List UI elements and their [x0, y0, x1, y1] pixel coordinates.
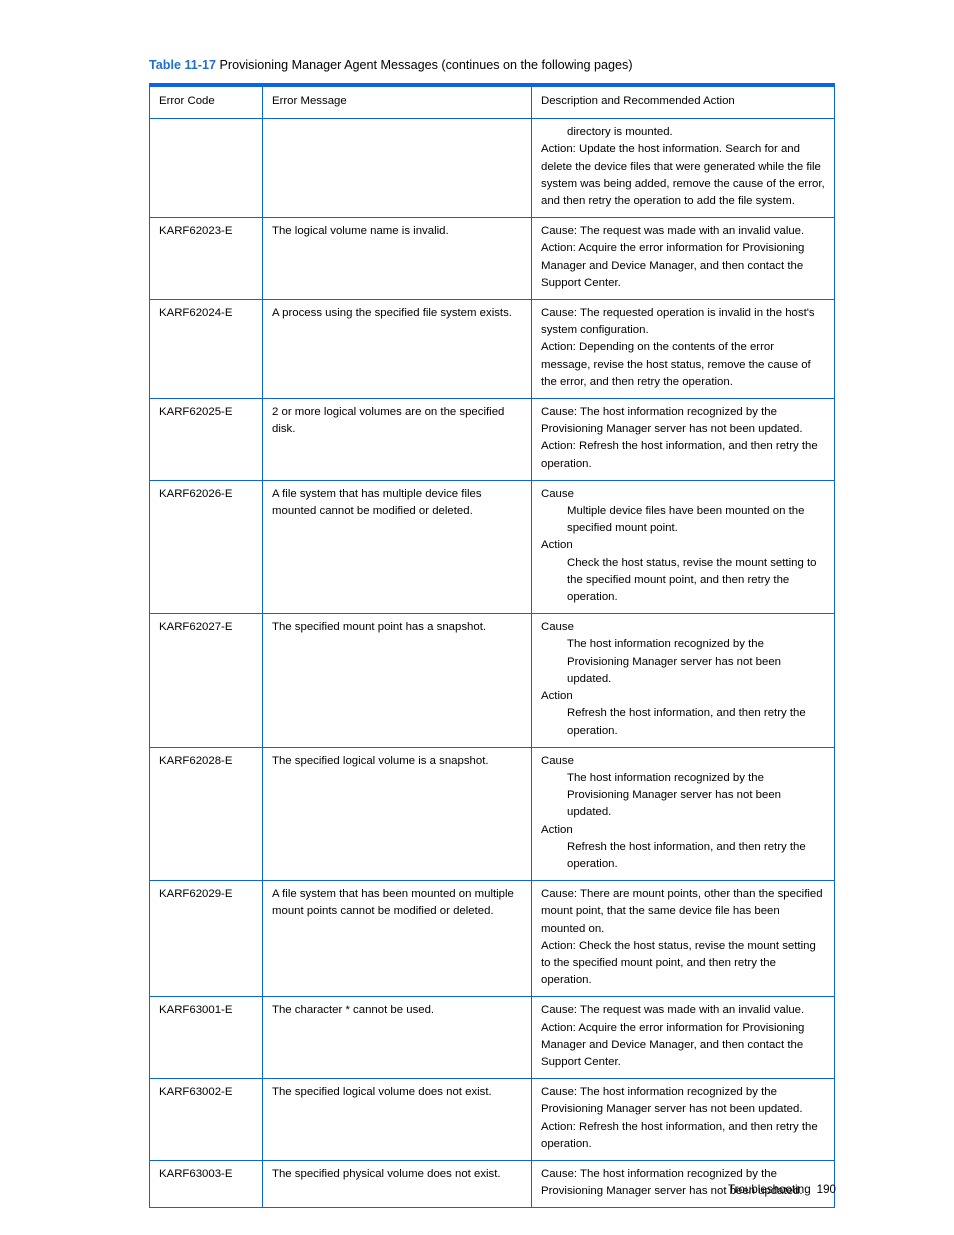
table-row: KARF63001-E The character * cannot be use… [149, 996, 835, 1080]
cell-error-code: KARF63003-E [149, 1160, 263, 1209]
cell-error-code: KARF62029-E [149, 880, 263, 998]
description-line: Cause [541, 621, 574, 634]
column-header-description: Description and Recommended Action [531, 85, 835, 120]
cell-error-code: KARF62023-E [149, 217, 263, 301]
cell-error-message: The specified mount point has a snapshot… [262, 613, 532, 748]
table-row: KARF62023-E The logical volume name is in… [149, 217, 835, 301]
column-header-error-code: Error Code [149, 85, 263, 120]
cell-description-and-action: Cause The host information recognized by … [531, 747, 835, 882]
description-detail-line: The host information recognized by the P… [567, 638, 782, 685]
cell-error-code: KARF63001-E [149, 996, 263, 1080]
description-line: Action: Acquire the error information fo… [541, 1021, 805, 1068]
table-row: KARF62027-E The specified mount point has… [149, 613, 835, 748]
footer-chapter-label: Troubleshooting [727, 1183, 811, 1196]
cell-description-and-action: Cause: The request was made with an inva… [531, 217, 835, 301]
table-caption: Table 11-17 Provisioning Manager Agent M… [149, 57, 633, 73]
cell-error-message: The specified logical volume does not ex… [262, 1078, 532, 1161]
table-row: KARF62028-E The specified logical volume … [149, 747, 835, 882]
cell-error-code: KARF62026-E [149, 480, 263, 615]
cell-description-and-action: Cause Multiple device files have been mou… [531, 480, 835, 615]
table-row: directory is mounted. Action: Update the … [149, 118, 835, 219]
cell-error-message: The specified logical volume is a snapsh… [262, 747, 532, 882]
description-line: Action [541, 539, 573, 552]
cell-description-and-action: Cause: The host information recognized b… [531, 1078, 835, 1161]
table-caption-number: Table 11-17 [149, 58, 216, 72]
description-detail-line: Multiple device files have been mounted … [567, 505, 805, 535]
provisioning-manager-agent-messages-table: Error Code Error Message Description and… [149, 83, 835, 1209]
description-line: Cause: The request was made with an inva… [541, 1004, 805, 1017]
table-caption-text: Provisioning Manager Agent Messages (con… [215, 58, 633, 72]
description-detail-line: directory is mounted. [567, 126, 673, 139]
description-line: Cause: The host information recognized b… [541, 406, 803, 436]
cell-description-and-action: Cause: There are mount points, other tha… [531, 880, 835, 998]
cell-error-message [262, 118, 532, 219]
cell-error-code: KARF62027-E [149, 613, 263, 748]
table-row: KARF62024-E A process using the specified… [149, 299, 835, 400]
description-detail-line: Check the host status, revise the mount … [567, 556, 817, 604]
cell-description-and-action: Cause: The request was made with an inva… [531, 996, 835, 1080]
cell-error-message: A file system that has been mounted on m… [262, 880, 532, 998]
table-row: KARF63002-E The specified logical volume … [149, 1078, 835, 1161]
description-line: Action: Refresh the host information, an… [541, 1120, 818, 1150]
table-row: KARF62029-E A file system that has been m… [149, 880, 835, 998]
cell-error-message: The logical volume name is invalid. [262, 217, 532, 301]
cell-error-code: KARF62025-E [149, 398, 263, 481]
page-footer: Troubleshooting 190 [728, 1182, 836, 1197]
description-line: Cause [541, 487, 574, 500]
table-header-row: Error Code Error Message Description and… [149, 85, 835, 120]
description-line: Cause: The host information recognized b… [541, 1086, 803, 1116]
cell-error-code [149, 118, 263, 219]
cell-description-and-action: Cause: The host information recognized b… [531, 398, 835, 481]
description-detail-line: The host information recognized by the P… [567, 771, 782, 819]
description-line: Cause [541, 754, 574, 767]
cell-description-and-action: directory is mounted. Action: Update the … [531, 118, 835, 219]
cell-error-code: KARF63002-E [149, 1078, 263, 1161]
cell-error-message: The character * cannot be used. [262, 996, 532, 1080]
description-line: Cause: There are mount points, other tha… [541, 888, 823, 935]
description-line: Action: Refresh the host information, an… [541, 440, 818, 470]
cell-error-message: A process using the specified file syste… [262, 299, 532, 400]
description-line: Cause: The requested operation is invali… [541, 307, 815, 337]
description-line: Action [541, 690, 573, 703]
cell-description-and-action: Cause The host information recognized by … [531, 613, 835, 748]
description-line: Action: Depending on the contents of the… [541, 341, 811, 388]
description-line: Action: Check the host status, revise th… [541, 939, 816, 987]
table-row: KARF62026-E A file system that has multip… [149, 480, 835, 615]
description-line: Action [541, 823, 573, 836]
cell-error-code: KARF62028-E [149, 747, 263, 882]
description-detail-line: Refresh the host information, and then r… [567, 707, 806, 737]
table-body: Error Code Error Message Description and… [149, 85, 835, 1209]
description-line: Action: Update the host information. Sea… [541, 143, 825, 208]
cell-error-message: 2 or more logical volumes are on the spe… [262, 398, 532, 481]
table-row: KARF62025-E 2 or more logical volumes are… [149, 398, 835, 481]
description-line: Action: Acquire the error information fo… [541, 242, 805, 289]
cell-error-code: KARF62024-E [149, 299, 263, 400]
cell-description-and-action: Cause: The requested operation is invali… [531, 299, 835, 400]
description-line: Cause: The request was made with an inva… [541, 225, 805, 238]
column-header-error-message: Error Message [262, 85, 532, 120]
document-page: Table 11-17 Provisioning Manager Agent M… [0, 0, 954, 1235]
footer-page-number: 190 [816, 1183, 836, 1196]
cell-error-message: The specified physical volume does not e… [262, 1160, 532, 1209]
cell-error-message: A file system that has multiple device f… [262, 480, 532, 615]
description-detail-line: Refresh the host information, and then r… [567, 840, 806, 870]
